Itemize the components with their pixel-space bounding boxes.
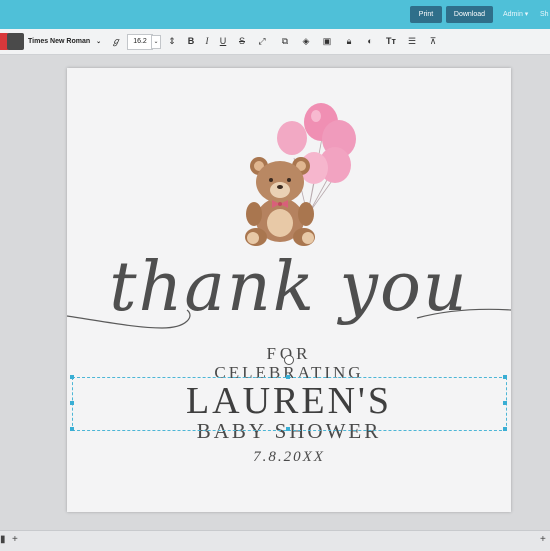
opacity-icon[interactable]: ◐: [364, 35, 376, 47]
share-link[interactable]: Sh: [540, 6, 549, 23]
copy-icon[interactable]: ⧉: [279, 35, 291, 47]
resize-handle-ml[interactable]: [70, 401, 74, 405]
add-page-button[interactable]: +: [12, 534, 18, 545]
resize-handle-bl[interactable]: [70, 427, 74, 431]
font-style-icon[interactable]: ℊ: [110, 35, 122, 47]
strikethrough-icon[interactable]: S: [236, 35, 248, 47]
line-height-icon[interactable]: ⇕: [166, 35, 178, 47]
event-date-text: 7.8.20XX: [253, 449, 325, 465]
resize-icon[interactable]: ⤢: [256, 35, 268, 47]
resize-handle-mr[interactable]: [503, 401, 507, 405]
font-family-select[interactable]: Times New Roman ⌄: [28, 34, 102, 49]
format-toolbar: Times New Roman ⌄ ℊ 16.2 ⌄ ⇕ B I U S ⤢ ⧉…: [0, 29, 550, 55]
chevron-down-icon: ⌄: [96, 39, 102, 45]
selection-box[interactable]: [72, 377, 507, 431]
rotate-handle-icon[interactable]: [284, 355, 294, 365]
lock-icon[interactable]: 🔒︎: [343, 35, 355, 47]
page-bar: ▮ + +: [0, 530, 550, 551]
layers-icon[interactable]: ◈: [300, 35, 312, 47]
top-app-bar: Print Download Admin ▾ Sh: [0, 0, 550, 29]
background-color-swatch[interactable]: [7, 33, 24, 50]
admin-menu[interactable]: Admin ▾: [503, 6, 528, 23]
resize-handle-br[interactable]: [503, 427, 507, 431]
download-button[interactable]: Download: [446, 6, 493, 23]
zoom-in-button[interactable]: +: [540, 534, 546, 545]
align-icon[interactable]: ⊼: [427, 35, 439, 47]
design-canvas[interactable]: thank you FOR CELEBRATING LAUREN'S BABY …: [67, 68, 511, 512]
italic-icon[interactable]: I: [201, 35, 213, 47]
bold-icon[interactable]: B: [185, 35, 197, 47]
thank-you-text: thank you: [109, 248, 468, 327]
resize-handle-bc[interactable]: [286, 427, 290, 431]
font-size-chevron-icon[interactable]: ⌄: [151, 35, 161, 49]
font-family-value: Times New Roman: [28, 38, 91, 45]
underline-icon[interactable]: U: [217, 35, 229, 47]
list-icon[interactable]: ☰: [406, 35, 418, 47]
text-transform-icon[interactable]: Tт: [385, 35, 397, 47]
print-button[interactable]: Print: [410, 6, 442, 23]
resize-handle-tr[interactable]: [503, 375, 507, 379]
teddy-bear-balloons-illustration: [245, 103, 356, 246]
resize-handle-tl[interactable]: [70, 375, 74, 379]
script-heading: thank you: [67, 248, 511, 329]
resize-handle-tc[interactable]: [286, 375, 290, 379]
image-icon[interactable]: ▣: [321, 35, 333, 47]
font-size-input[interactable]: 16.2: [127, 34, 153, 50]
page-tab-icon[interactable]: ▮: [0, 534, 6, 545]
